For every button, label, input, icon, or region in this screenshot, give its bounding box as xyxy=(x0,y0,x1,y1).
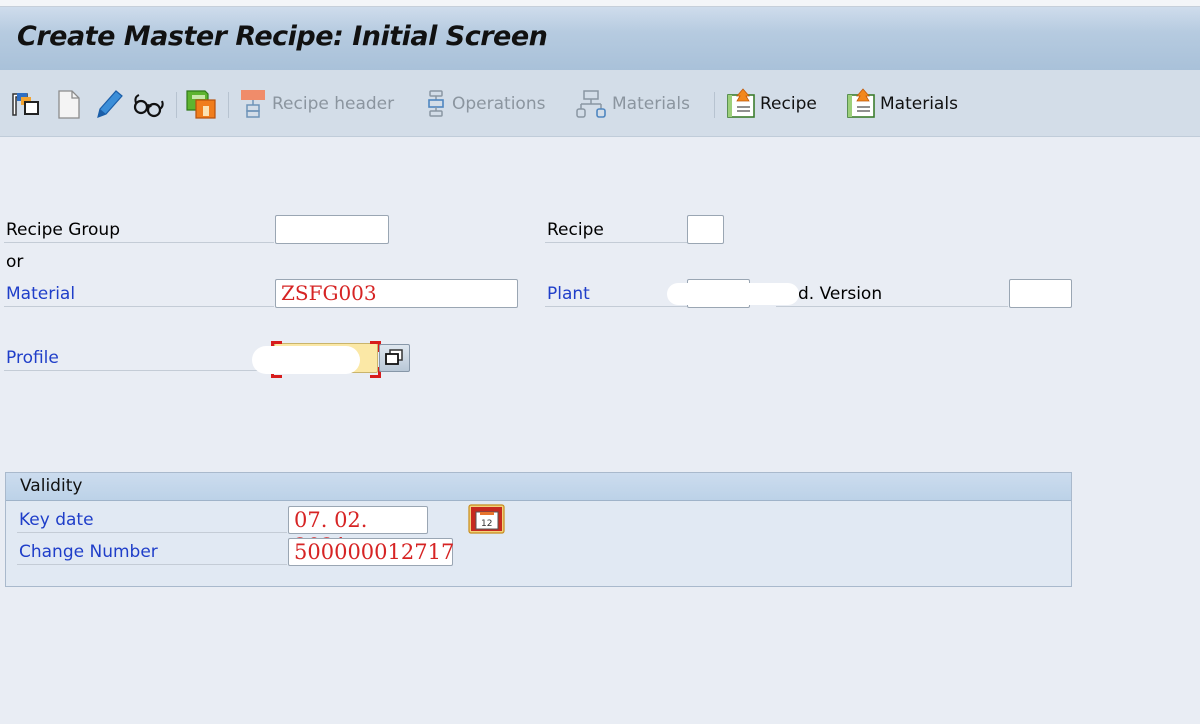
toolbar-separator xyxy=(176,92,177,118)
change-button[interactable] xyxy=(92,87,124,121)
plant-label: Plant xyxy=(545,281,687,307)
display-button[interactable] xyxy=(130,87,166,121)
recipe-group-input[interactable] xyxy=(275,215,389,244)
toolbar-separator xyxy=(228,92,229,118)
recipe-label-field: Recipe xyxy=(545,217,687,243)
materials-disabled-button[interactable]: Materials xyxy=(574,87,690,121)
svg-text:12: 12 xyxy=(481,519,492,529)
redaction-mark xyxy=(252,346,360,374)
other-recipe-icon xyxy=(12,93,39,116)
display-glasses-icon xyxy=(133,94,164,118)
or-text: or xyxy=(6,252,24,272)
materials-button[interactable]: Materials xyxy=(846,87,958,121)
recipe-label: Recipe xyxy=(760,94,817,114)
material-label: Material xyxy=(4,281,274,307)
production-version-input[interactable] xyxy=(1009,279,1072,308)
application-toolbar: Recipe header Operations Materials Recip… xyxy=(0,70,1200,137)
profile-label: Profile xyxy=(4,345,274,371)
recipe-book-icon xyxy=(727,88,755,118)
key-date-input[interactable]: 07. 02. 2021 xyxy=(288,506,428,558)
window-top-strip xyxy=(0,0,1200,7)
redaction-mark xyxy=(667,283,799,305)
create-new-button[interactable] xyxy=(56,87,82,121)
page-title: Create Master Recipe: Initial Screen xyxy=(17,21,548,52)
materials-disabled-label: Materials xyxy=(612,94,690,114)
operations-icon xyxy=(428,90,444,117)
recipe-header-label: Recipe header xyxy=(272,94,395,114)
value-help-icon xyxy=(385,349,403,365)
key-date-label: Key date xyxy=(17,507,287,533)
change-number-input[interactable]: 500000012717 xyxy=(288,538,454,566)
toolbar-separator xyxy=(714,92,715,118)
production-version-label: d. Version xyxy=(776,281,1008,307)
calendar-button[interactable]: 12 xyxy=(468,504,505,534)
validity-title: Validity xyxy=(20,476,83,496)
change-pencil-icon xyxy=(97,90,123,118)
recipe-button[interactable]: Recipe xyxy=(726,87,817,121)
recipe-input[interactable] xyxy=(687,215,724,244)
operations-button[interactable]: Operations xyxy=(424,87,545,121)
copy-from-icon xyxy=(186,90,216,119)
materials-label: Materials xyxy=(880,94,958,114)
copy-from-button[interactable] xyxy=(184,87,218,121)
validity-header: Validity xyxy=(6,473,1071,501)
operations-label: Operations xyxy=(452,94,546,114)
material-input[interactable]: ZSFG003 xyxy=(275,279,518,308)
new-document-icon xyxy=(58,90,80,119)
recipe-group-label: Recipe Group xyxy=(4,217,274,243)
calendar-icon: 12 xyxy=(468,504,505,534)
recipe-header-button[interactable]: Recipe header xyxy=(238,87,394,121)
change-number-label: Change Number xyxy=(17,539,287,565)
title-bar: Create Master Recipe: Initial Screen xyxy=(0,7,1200,70)
profile-search-help-button[interactable] xyxy=(379,344,410,372)
materials-hierarchy-icon xyxy=(576,90,606,118)
recipe-header-icon xyxy=(241,90,265,118)
other-recipe-button[interactable] xyxy=(10,87,44,121)
materials-book-icon xyxy=(847,88,875,118)
